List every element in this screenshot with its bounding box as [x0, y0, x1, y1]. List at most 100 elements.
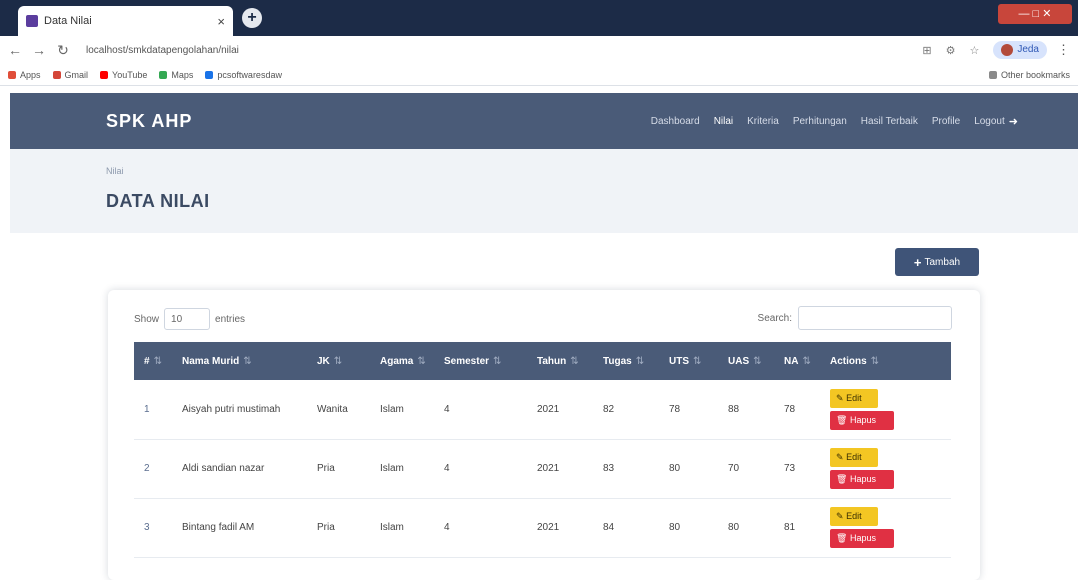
- edit-button[interactable]: ✎ Edit: [830, 388, 878, 408]
- other-bookmarks[interactable]: Other bookmarks: [988, 70, 1070, 80]
- col-tugas[interactable]: Tugas ⇅: [593, 342, 659, 380]
- col-tahun[interactable]: Tahun ⇅: [527, 342, 593, 380]
- translate-icon[interactable]: ⊞: [922, 44, 931, 57]
- table-row: 3 Bintang fadil AM Pria Islam 4 2021 84 …: [134, 498, 951, 557]
- edit-icon: ✎: [836, 511, 844, 521]
- edit-icon: ✎: [836, 392, 844, 403]
- add-button-label: Tambah: [924, 256, 961, 268]
- cell-nama: Aldi sandian nazar: [182, 463, 265, 474]
- url-field[interactable]: localhost/smkdatapengolahan/nilai: [86, 45, 908, 56]
- col-uts[interactable]: UTS ⇅: [659, 342, 718, 380]
- page-header: Nilai DATA NILAI: [10, 149, 1078, 233]
- search-input[interactable]: [798, 306, 952, 330]
- sort-icon[interactable]: ⇅: [802, 356, 810, 367]
- delete-button[interactable]: 🗑 Hapus: [830, 410, 894, 430]
- cell-uas: 70: [728, 463, 740, 474]
- forward-icon[interactable]: →: [32, 42, 46, 58]
- cell-uts: 78: [669, 403, 681, 415]
- delete-button[interactable]: 🗑 Hapus: [830, 529, 894, 548]
- close-tab-icon[interactable]: ×: [217, 14, 225, 29]
- sort-icon[interactable]: ⇅: [570, 356, 578, 367]
- cell-uas: 88: [728, 403, 740, 415]
- browser-titlebar: Data Nilai × + — □ ✕: [0, 0, 1078, 36]
- cell-jk: Wanita: [317, 403, 348, 415]
- edit-button[interactable]: ✎ Edit: [830, 448, 878, 467]
- avatar: [1001, 44, 1014, 56]
- bookmark-youtube[interactable]: YouTube: [100, 70, 147, 80]
- col-semester[interactable]: Semester ⇅: [434, 342, 527, 380]
- search-row: Search:: [758, 306, 952, 330]
- entries-select[interactable]: 10: [164, 308, 211, 330]
- nav-profile[interactable]: Profile: [932, 116, 960, 127]
- plus-icon: +: [913, 254, 922, 270]
- cell-na: 81: [784, 522, 796, 533]
- col-actions[interactable]: Actions ⇅: [820, 342, 951, 380]
- profile-label: Jeda: [1017, 44, 1039, 55]
- folder-icon: [988, 70, 997, 79]
- window-controls[interactable]: — □ ✕: [998, 4, 1072, 24]
- sort-icon[interactable]: ⇅: [334, 356, 342, 367]
- col-na[interactable]: NA ⇅: [774, 342, 820, 380]
- nav-dashboard[interactable]: Dashboard: [651, 116, 700, 127]
- col-nama[interactable]: Nama Murid ⇅: [172, 342, 307, 380]
- bookmark-apps[interactable]: Apps: [8, 70, 41, 80]
- bookmark-software[interactable]: pcsoftwaresdaw: [205, 70, 282, 80]
- sort-icon[interactable]: ⇅: [493, 356, 501, 367]
- profile-button[interactable]: Jeda: [993, 41, 1047, 59]
- browser-tab[interactable]: Data Nilai ×: [18, 6, 233, 36]
- sort-icon[interactable]: ⇅: [636, 356, 644, 367]
- menu-icon[interactable]: ⋮: [1057, 42, 1070, 58]
- table-header-row: # ⇅ Nama Murid ⇅ JK ⇅ Agama ⇅ Semester ⇅ Tahu…: [134, 342, 951, 380]
- back-icon[interactable]: ←: [8, 42, 22, 58]
- nav-hasil-terbaik[interactable]: Hasil Terbaik: [861, 116, 918, 127]
- table-row: 2 Aldi sandian nazar Pria Islam 4 2021 8…: [134, 439, 951, 498]
- nav-perhitungan[interactable]: Perhitungan: [793, 116, 847, 127]
- cell-semester: 4: [444, 522, 450, 533]
- bookmark-maps[interactable]: Maps: [159, 70, 193, 80]
- app-navbar: SPK AHP Dashboard Nilai Kriteria Perhitu…: [10, 93, 1078, 149]
- edit-button[interactable]: ✎ Edit: [830, 507, 878, 526]
- logout-icon[interactable]: ➜: [1009, 115, 1018, 128]
- new-tab-button[interactable]: +: [242, 8, 262, 28]
- cell-uts: 80: [669, 522, 681, 533]
- sort-icon[interactable]: ⇅: [693, 356, 701, 367]
- breadcrumb[interactable]: Nilai: [106, 166, 124, 176]
- cell-uts: 80: [669, 463, 681, 474]
- sort-icon[interactable]: ⇅: [871, 356, 879, 367]
- bookmark-gmail[interactable]: Gmail: [52, 70, 88, 80]
- star-icon[interactable]: ☆: [969, 44, 979, 57]
- show-label: Show: [134, 313, 160, 325]
- sort-icon[interactable]: ⇅: [753, 356, 761, 367]
- nav-logout[interactable]: Logout: [974, 116, 1005, 127]
- col-uas[interactable]: UAS ⇅: [718, 342, 774, 380]
- trash-icon: 🗑: [836, 533, 848, 543]
- show-entries: Show 10 entries: [134, 308, 245, 330]
- youtube-icon: [100, 70, 109, 79]
- delete-button[interactable]: 🗑 Hapus: [830, 470, 894, 489]
- sort-icon[interactable]: ⇅: [243, 356, 251, 367]
- cell-no: 2: [144, 463, 150, 474]
- brand-logo[interactable]: SPK AHP: [106, 111, 192, 132]
- table-row: 1 Aisyah putri mustimah Wanita Islam 4 2…: [134, 380, 951, 439]
- add-button[interactable]: + Tambah: [895, 248, 979, 276]
- entries-label: entries: [215, 313, 246, 325]
- sort-icon[interactable]: ⇅: [417, 356, 425, 367]
- trash-icon: 🗑: [836, 414, 848, 425]
- col-no[interactable]: # ⇅: [134, 342, 172, 380]
- nav-nilai[interactable]: Nilai: [714, 116, 733, 127]
- bookmarks-bar: Apps Gmail YouTube Maps pcsoftwaresdaw O…: [0, 64, 1078, 86]
- extension-icon[interactable]: ⚙: [946, 44, 956, 57]
- edit-icon: ✎: [836, 452, 844, 462]
- nav-kriteria[interactable]: Kriteria: [747, 116, 779, 127]
- cell-tahun: 2021: [537, 403, 560, 415]
- cell-tahun: 2021: [537, 522, 560, 533]
- reload-icon[interactable]: ↻: [56, 42, 70, 59]
- cell-na: 78: [784, 403, 796, 415]
- cell-no: 1: [144, 403, 150, 415]
- cell-actions: ✎ Edit 🗑 Hapus: [820, 498, 951, 557]
- col-agama[interactable]: Agama ⇅: [370, 342, 434, 380]
- col-jk[interactable]: JK ⇅: [307, 342, 370, 380]
- cell-agama: Islam: [380, 463, 404, 474]
- sort-icon[interactable]: ⇅: [154, 356, 162, 367]
- nav-links: Dashboard Nilai Kriteria Perhitungan Has…: [637, 115, 1018, 128]
